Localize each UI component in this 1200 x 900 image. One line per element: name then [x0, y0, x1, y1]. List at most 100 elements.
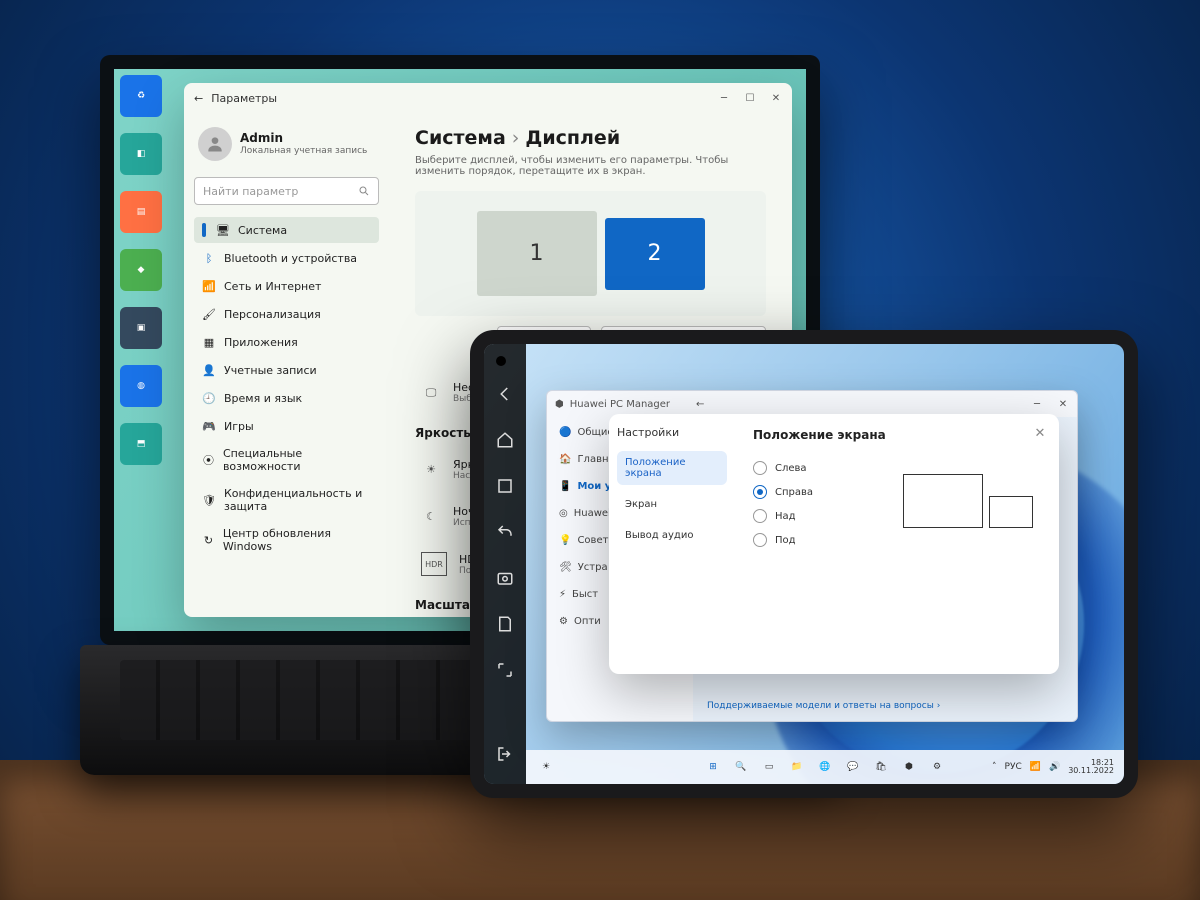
- edge-icon[interactable]: 🌐: [815, 757, 835, 777]
- tab-audio-output[interactable]: Вывод аудио: [617, 524, 727, 547]
- account-type: Локальная учетная запись: [240, 146, 367, 157]
- sidebar-item-accounts[interactable]: 👤Учетные записи: [194, 357, 379, 383]
- close-icon[interactable]: ✕: [1057, 398, 1069, 410]
- position-diagram: [903, 474, 1033, 528]
- diagram-main-screen: [903, 474, 983, 528]
- tablet-nav-bar: [484, 344, 526, 784]
- account-block[interactable]: Admin Локальная учетная запись: [194, 121, 379, 167]
- person-icon: 👤: [202, 363, 216, 377]
- sidebar-item-accessibility[interactable]: ⦿Специальные возможности: [194, 441, 379, 479]
- recycle-bin-icon[interactable]: ♻: [120, 75, 162, 117]
- monitor-1[interactable]: 1: [477, 211, 597, 296]
- shield-icon: 🛡: [202, 493, 216, 507]
- maximize-icon[interactable]: ☐: [744, 92, 756, 104]
- weather-widget[interactable]: ☀: [536, 757, 556, 777]
- monitor-arrangement[interactable]: 1 2: [415, 191, 766, 316]
- dialog-main: ✕ Положение экрана Слева Справа Над Под: [735, 414, 1059, 674]
- bluetooth-icon: ᛒ: [202, 251, 216, 265]
- desktop-app-icon[interactable]: ▤: [120, 191, 162, 233]
- screenshot-icon[interactable]: [495, 568, 515, 588]
- gamepad-icon: 🎮: [202, 419, 216, 433]
- explorer-icon[interactable]: 📁: [787, 757, 807, 777]
- tray-wifi-icon[interactable]: 📶: [1030, 762, 1041, 772]
- pcm-title: Huawei PC Manager: [570, 399, 670, 410]
- desktop-app-icon[interactable]: ▣: [120, 307, 162, 349]
- sun-icon: ☀: [421, 460, 441, 480]
- wifi-icon: 📶: [202, 279, 216, 293]
- app-icon: ⬢: [555, 399, 564, 410]
- settings-icon[interactable]: ⚙: [927, 757, 947, 777]
- diagram-second-screen: [989, 496, 1033, 528]
- sidebar-item-network[interactable]: 📶Сеть и Интернет: [194, 273, 379, 299]
- sidebar-item-privacy[interactable]: 🛡Конфиденциальность и защита: [194, 481, 379, 519]
- minimize-icon[interactable]: ─: [718, 92, 730, 104]
- tray-volume-icon[interactable]: 🔊: [1049, 762, 1060, 772]
- sidebar-item-system[interactable]: 🖥Система: [194, 217, 379, 243]
- sidebar-item-gaming[interactable]: 🎮Игры: [194, 413, 379, 439]
- screen-position-dialog: Настройки Положение экрана Экран Вывод а…: [609, 414, 1059, 674]
- sidebar-item-personalization[interactable]: 🖌Персонализация: [194, 301, 379, 327]
- sidebar-item-bluetooth[interactable]: ᛒBluetooth и устройства: [194, 245, 379, 271]
- tab-screen-position[interactable]: Положение экрана: [617, 451, 727, 485]
- avatar-icon: [198, 127, 232, 161]
- option-below[interactable]: Под: [753, 528, 1041, 552]
- breadcrumb-root[interactable]: Система: [415, 127, 506, 149]
- start-icon[interactable]: ⊞: [703, 757, 723, 777]
- search-icon[interactable]: 🔍: [731, 757, 751, 777]
- sidebar-item-time[interactable]: 🕘Время и язык: [194, 385, 379, 411]
- breadcrumb-current: Дисплей: [525, 127, 620, 149]
- save-icon[interactable]: [495, 614, 515, 634]
- settings-app-title: Параметры: [211, 92, 277, 105]
- taskbar-center: ⊞ 🔍 ▭ 📁 🌐 💬 🛍 ⬢ ⚙: [703, 757, 947, 777]
- tab-screen[interactable]: Экран: [617, 493, 727, 516]
- recent-icon[interactable]: [495, 476, 515, 496]
- desktop-icons: ♻ ◧ ▤ ◆ ▣ ◍ ⬒: [120, 75, 178, 465]
- tray-clock[interactable]: 18:21 30.11.2022: [1068, 759, 1114, 775]
- hdr-icon: HDR: [421, 552, 447, 576]
- dialog-sidebar: Настройки Положение экрана Экран Вывод а…: [609, 414, 735, 674]
- search-input[interactable]: Найти параметр: [194, 177, 379, 205]
- minimize-icon[interactable]: ─: [1031, 398, 1043, 410]
- undo-icon[interactable]: [495, 522, 515, 542]
- account-name: Admin: [240, 131, 367, 145]
- dialog-side-title: Настройки: [617, 426, 727, 439]
- dialog-heading: Положение экрана: [753, 428, 1041, 442]
- desktop-app-icon[interactable]: ◍: [120, 365, 162, 407]
- expand-icon[interactable]: [495, 660, 515, 680]
- instruction-text: Выберите дисплей, чтобы изменить его пар…: [415, 155, 766, 177]
- accessibility-icon: ⦿: [202, 453, 215, 467]
- pcmanager-icon[interactable]: ⬢: [899, 757, 919, 777]
- tablet-screen: ⬢ Huawei PC Manager ← ─ ✕ 🔵 Общие 🏠 Глав…: [484, 344, 1124, 784]
- settings-titlebar: ← Параметры ─ ☐ ✕: [184, 83, 792, 113]
- desktop-app-icon[interactable]: ◧: [120, 133, 162, 175]
- store-icon[interactable]: 🛍: [871, 757, 891, 777]
- desktop-app-icon[interactable]: ⬒: [120, 423, 162, 465]
- close-icon[interactable]: ✕: [1031, 424, 1049, 442]
- settings-sidebar: Admin Локальная учетная запись Найти пар…: [184, 113, 389, 617]
- taskbar: ☀ ⊞ 🔍 ▭ 📁 🌐 💬 🛍 ⬢ ⚙ ˄ РУС 📶 🔊 18:21 30.: [526, 750, 1124, 784]
- back-button[interactable]: ←: [696, 399, 704, 410]
- breadcrumb: Система›Дисплей: [415, 127, 766, 149]
- search-icon: [358, 185, 370, 197]
- taskview-icon[interactable]: ▭: [759, 757, 779, 777]
- search-placeholder: Найти параметр: [203, 185, 298, 198]
- sidebar-item-apps[interactable]: ▦Приложения: [194, 329, 379, 355]
- monitor-icon: 🖥: [216, 223, 230, 237]
- tray-chevron-icon[interactable]: ˄: [992, 762, 997, 772]
- desktop-app-icon[interactable]: ◆: [120, 249, 162, 291]
- monitor-2[interactable]: 2: [605, 218, 705, 290]
- home-icon[interactable]: [495, 430, 515, 450]
- sidebar-item-update[interactable]: ↻Центр обновления Windows: [194, 521, 379, 559]
- monitors-icon: 🖵: [421, 383, 441, 403]
- chat-icon[interactable]: 💬: [843, 757, 863, 777]
- exit-icon[interactable]: [495, 744, 515, 764]
- tablet-device: ⬢ Huawei PC Manager ← ─ ✕ 🔵 Общие 🏠 Глав…: [470, 330, 1138, 798]
- close-icon[interactable]: ✕: [770, 92, 782, 104]
- back-arrow-icon[interactable]: ←: [194, 92, 203, 105]
- grid-icon: ▦: [202, 335, 216, 349]
- supported-models-link[interactable]: Поддерживаемые модели и ответы на вопрос…: [707, 701, 940, 711]
- update-icon: ↻: [202, 533, 215, 547]
- tray-language[interactable]: РУС: [1005, 762, 1022, 772]
- moon-icon: ☾: [421, 507, 441, 527]
- back-icon[interactable]: [495, 384, 515, 404]
